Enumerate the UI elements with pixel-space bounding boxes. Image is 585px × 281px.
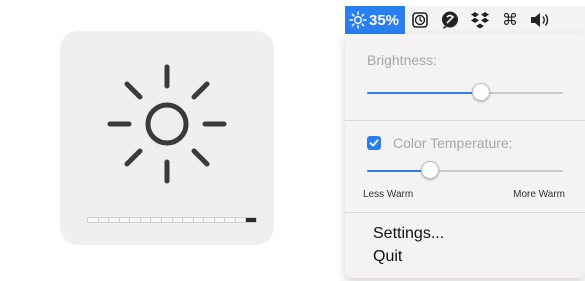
color-temperature-checkbox[interactable] xyxy=(367,136,381,150)
clock-icon[interactable] xyxy=(405,6,435,34)
level-segment xyxy=(183,218,193,222)
checkmark-icon xyxy=(369,139,379,147)
quit-menu-item[interactable]: Quit xyxy=(345,246,585,268)
divider xyxy=(345,212,585,213)
level-segment xyxy=(98,218,109,222)
brightness-percent: 35% xyxy=(369,11,400,29)
level-segment xyxy=(235,218,246,222)
dropbox-icon[interactable] xyxy=(465,6,495,34)
level-segment xyxy=(193,218,204,222)
brightness-dropdown-menu: Brightness: Color Temperature: Less Warm… xyxy=(345,34,585,278)
level-segment xyxy=(119,218,130,222)
level-segment xyxy=(172,218,183,222)
menu-bar: 35% ⌘ xyxy=(345,6,585,34)
brightness-label: Brightness: xyxy=(367,52,438,68)
color-temperature-label: Color Temperature: xyxy=(393,135,513,151)
volume-icon[interactable] xyxy=(525,6,555,34)
level-segment xyxy=(88,218,98,222)
brightness-level-bar xyxy=(87,217,257,223)
level-segment xyxy=(225,218,235,222)
level-segment xyxy=(109,218,119,222)
less-warm-label: Less Warm xyxy=(363,189,414,200)
color-temperature-slider-thumb[interactable] xyxy=(420,161,439,179)
brightness-hud xyxy=(60,31,274,245)
level-segment xyxy=(246,218,256,222)
brightness-slider-thumb[interactable] xyxy=(471,83,490,101)
color-temperature-slider[interactable] xyxy=(367,160,563,182)
divider xyxy=(345,120,585,121)
level-segment xyxy=(204,218,214,222)
command-icon[interactable]: ⌘ xyxy=(495,6,525,34)
level-segment xyxy=(161,218,172,222)
more-warm-label: More Warm xyxy=(513,189,565,200)
chat-bubble-icon[interactable] xyxy=(435,6,465,34)
level-segment xyxy=(140,218,151,222)
sun-icon xyxy=(349,11,367,29)
level-segment xyxy=(130,218,140,222)
level-segment xyxy=(214,218,225,222)
sun-icon xyxy=(107,64,227,184)
settings-menu-item[interactable]: Settings... xyxy=(345,223,585,245)
brightness-menu-item[interactable]: 35% xyxy=(345,6,406,34)
brightness-slider[interactable] xyxy=(367,82,563,104)
level-segment xyxy=(151,218,161,222)
